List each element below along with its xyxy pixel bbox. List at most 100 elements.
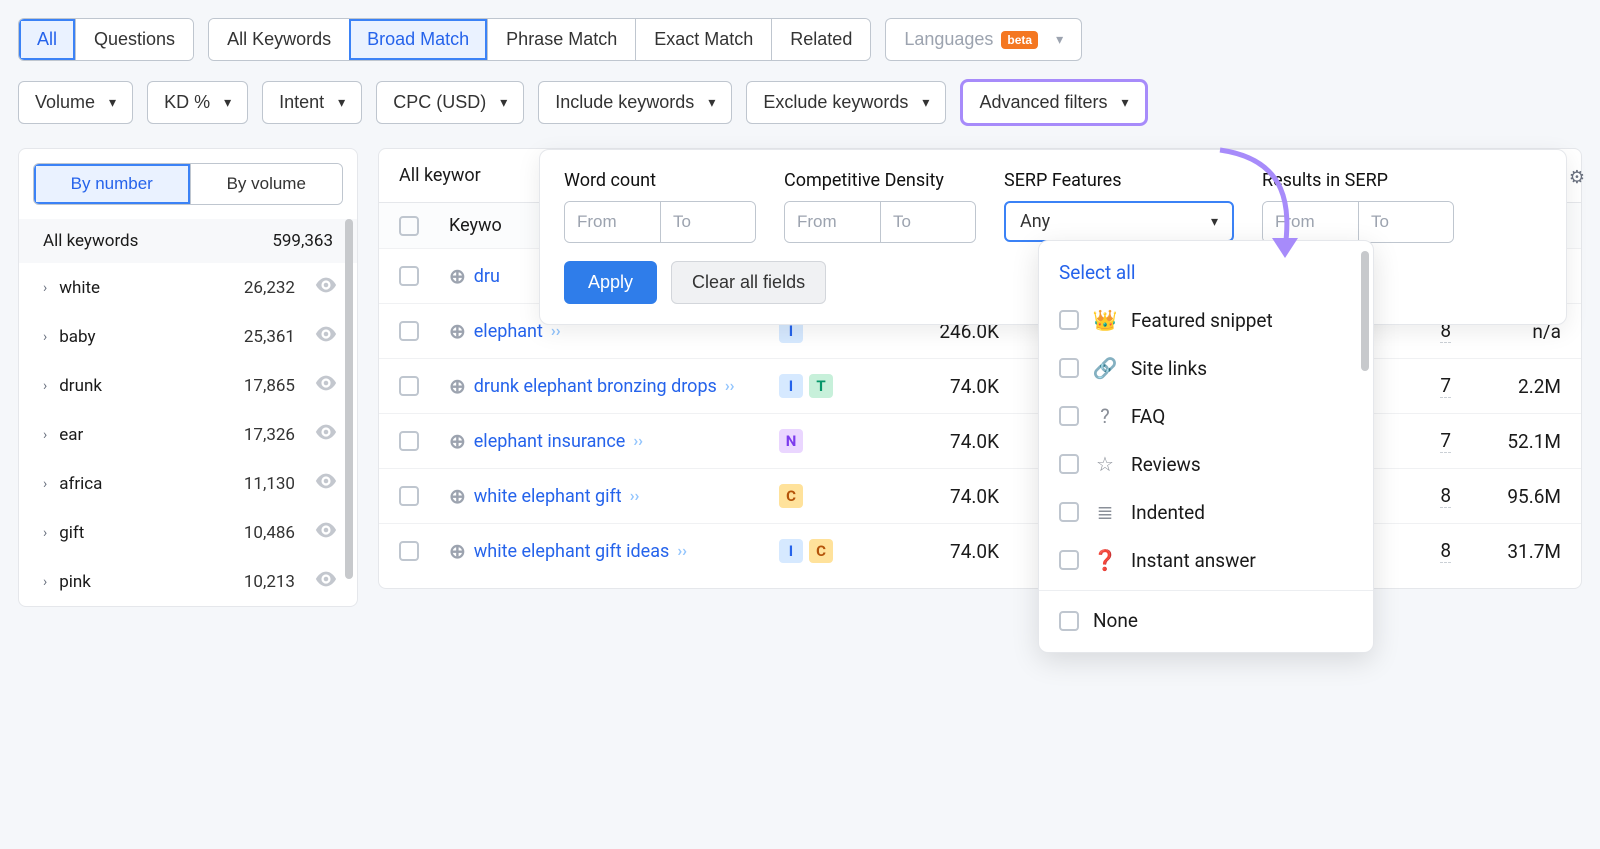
tab-group-question: All Questions	[18, 18, 194, 61]
eye-icon[interactable]	[315, 473, 337, 494]
checkbox[interactable]	[1059, 358, 1079, 378]
keyword-link[interactable]: white elephant gift	[474, 483, 622, 510]
sidebar-item[interactable]: › baby 25,361	[19, 312, 357, 361]
row-checkbox[interactable]	[399, 376, 419, 396]
results-cell: 52.1M	[1461, 430, 1561, 453]
sidebar-item[interactable]: › africa 11,130	[19, 459, 357, 508]
tab-phrase-match[interactable]: Phrase Match	[487, 19, 635, 60]
checkbox[interactable]	[1059, 406, 1079, 426]
languages-dropdown[interactable]: Languages beta ▾	[885, 18, 1082, 61]
results-from[interactable]	[1263, 202, 1358, 242]
word-count-from[interactable]	[565, 202, 660, 242]
double-chevron-icon[interactable]: ››	[725, 374, 735, 398]
eye-icon[interactable]	[315, 326, 337, 347]
volume-cell: 74.0K	[879, 375, 999, 398]
sf-cell: 8	[1440, 539, 1451, 563]
filter-volume[interactable]: Volume▾	[18, 81, 133, 124]
tab-all-keywords[interactable]: All Keywords	[209, 19, 349, 60]
filter-include[interactable]: Include keywords▾	[538, 81, 732, 124]
sort-by-volume[interactable]: By volume	[190, 164, 343, 204]
serp-feature-option[interactable]: ❓ Instant answer	[1039, 536, 1373, 584]
serp-feature-option[interactable]: ? FAQ	[1039, 392, 1373, 440]
select-all-checkbox[interactable]	[399, 216, 419, 236]
checkbox[interactable]	[1059, 611, 1079, 631]
double-chevron-icon[interactable]: ››	[633, 429, 643, 453]
option-none[interactable]: None	[1039, 597, 1373, 644]
keyword-link[interactable]: elephant	[474, 318, 543, 345]
select-all-option[interactable]: Select all	[1039, 249, 1373, 296]
keyword-link[interactable]: dru	[474, 263, 500, 290]
checkbox[interactable]	[1059, 310, 1079, 330]
chevron-down-icon: ▾	[1211, 214, 1218, 230]
scrollbar[interactable]	[345, 219, 353, 579]
feature-icon: ≣	[1093, 500, 1117, 524]
serp-feature-option[interactable]: 🔗 Site links	[1039, 344, 1373, 392]
filter-row: Volume▾ KD %▾ Intent▾ CPC (USD)▾ Include…	[18, 79, 1582, 126]
chevron-right-icon: ›	[43, 378, 47, 394]
table-row: ⊕ white elephant gift ›› C 74.0K 8 95.6M	[379, 468, 1581, 523]
tab-related[interactable]: Related	[771, 19, 870, 60]
serp-feature-option[interactable]: ☆ Reviews	[1039, 440, 1373, 488]
sidebar-item[interactable]: › white 26,232	[19, 263, 357, 312]
word-count-to[interactable]	[660, 202, 755, 242]
filter-advanced[interactable]: Advanced filters▾	[960, 79, 1147, 126]
comp-density-from[interactable]	[785, 202, 880, 242]
keyword-cell: ⊕ elephant insurance ››	[449, 426, 769, 456]
filter-kd[interactable]: KD %▾	[147, 81, 248, 124]
add-icon[interactable]: ⊕	[449, 261, 466, 291]
comp-density-label: Competitive Density	[784, 170, 976, 191]
add-icon[interactable]: ⊕	[449, 536, 466, 566]
tab-broad-match[interactable]: Broad Match	[349, 19, 487, 60]
serp-feature-option[interactable]: ≣ Indented	[1039, 488, 1373, 536]
eye-icon[interactable]	[315, 277, 337, 298]
sort-by-number[interactable]: By number	[34, 164, 190, 204]
results-cell: 31.7M	[1461, 540, 1561, 563]
sidebar-header[interactable]: All keywords 599,363	[19, 219, 357, 263]
gear-icon[interactable]: ⚙	[1569, 167, 1585, 188]
eye-icon[interactable]	[315, 571, 337, 592]
add-icon[interactable]: ⊕	[449, 481, 466, 511]
keyword-cell: ⊕ drunk elephant bronzing drops ››	[449, 371, 769, 401]
eye-icon[interactable]	[315, 522, 337, 543]
row-checkbox[interactable]	[399, 486, 419, 506]
filter-exclude[interactable]: Exclude keywords▾	[746, 81, 946, 124]
serp-feature-option[interactable]: 👑 Featured snippet	[1039, 296, 1373, 344]
row-checkbox[interactable]	[399, 541, 419, 561]
sidebar-item-count: 17,326	[244, 425, 295, 445]
checkbox[interactable]	[1059, 502, 1079, 522]
row-checkbox[interactable]	[399, 266, 419, 286]
sidebar-item[interactable]: › gift 10,486	[19, 508, 357, 557]
results-to[interactable]	[1358, 202, 1453, 242]
feature-icon: 👑	[1093, 308, 1117, 332]
double-chevron-icon[interactable]: ››	[630, 484, 640, 508]
intent-badge: N	[779, 429, 803, 453]
tab-all[interactable]: All	[19, 19, 75, 60]
keyword-link[interactable]: white elephant gift ideas	[474, 538, 670, 565]
sidebar-item[interactable]: › ear 17,326	[19, 410, 357, 459]
row-checkbox[interactable]	[399, 321, 419, 341]
add-icon[interactable]: ⊕	[449, 316, 466, 346]
sidebar-item[interactable]: › pink 10,213	[19, 557, 357, 606]
eye-icon[interactable]	[315, 424, 337, 445]
apply-button[interactable]: Apply	[564, 261, 657, 304]
add-icon[interactable]: ⊕	[449, 371, 466, 401]
comp-density-to[interactable]	[880, 202, 975, 242]
filter-intent[interactable]: Intent▾	[262, 81, 362, 124]
add-icon[interactable]: ⊕	[449, 426, 466, 456]
keyword-link[interactable]: elephant insurance	[474, 428, 626, 455]
serp-features-select[interactable]: Any ▾	[1004, 201, 1234, 242]
results-cell: 2.2M	[1461, 375, 1561, 398]
row-checkbox[interactable]	[399, 431, 419, 451]
eye-icon[interactable]	[315, 375, 337, 396]
clear-all-button[interactable]: Clear all fields	[671, 261, 826, 304]
checkbox[interactable]	[1059, 454, 1079, 474]
sidebar-item[interactable]: › drunk 17,865	[19, 361, 357, 410]
scrollbar[interactable]	[1361, 251, 1369, 371]
sidebar-item-name: drunk	[59, 376, 232, 396]
keyword-link[interactable]: drunk elephant bronzing drops	[474, 373, 717, 400]
tab-exact-match[interactable]: Exact Match	[635, 19, 771, 60]
filter-cpc[interactable]: CPC (USD)▾	[376, 81, 524, 124]
checkbox[interactable]	[1059, 550, 1079, 570]
double-chevron-icon[interactable]: ››	[677, 539, 687, 563]
tab-questions[interactable]: Questions	[75, 19, 193, 60]
